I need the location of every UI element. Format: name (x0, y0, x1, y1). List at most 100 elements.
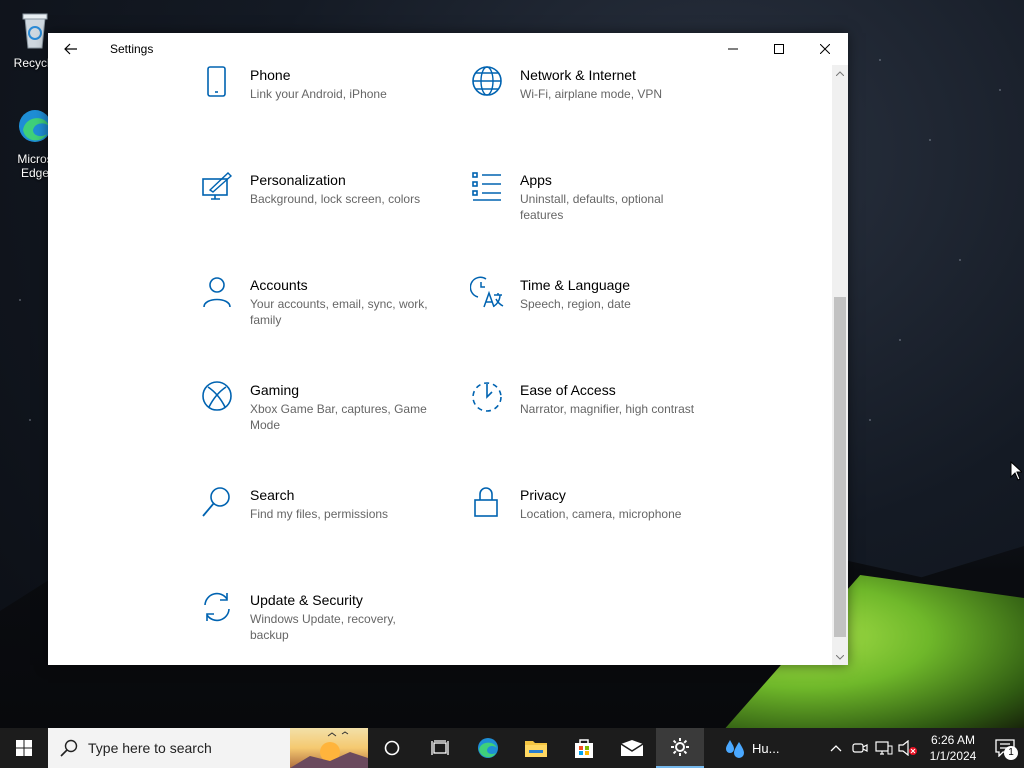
minimize-icon (728, 48, 738, 50)
title-bar[interactable]: Settings (48, 33, 848, 65)
tile-search[interactable]: Search Find my files, permissions (200, 485, 450, 565)
cortana-circle-icon (384, 740, 400, 756)
tile-name: Update & Security (250, 592, 363, 608)
settings-window: Settings Phone Link your Android, iPhone (48, 33, 848, 665)
chevron-up-icon (830, 745, 842, 752)
tile-personalization[interactable]: Personalization Background, lock screen,… (200, 170, 450, 250)
maximize-icon (774, 44, 784, 54)
clock-time: 6:26 AM (930, 733, 976, 747)
chevron-down-icon (836, 654, 844, 660)
search-highlight-image (290, 728, 368, 768)
tile-time-language[interactable]: Time & Language Speech, region, date (469, 275, 720, 355)
apps-list-icon (470, 170, 520, 250)
store-button[interactable] (560, 728, 608, 768)
gear-icon (671, 738, 689, 756)
file-explorer-button[interactable] (512, 728, 560, 768)
taskbar-clock[interactable]: 6:26 AM 1/1/2024 (920, 732, 986, 764)
settings-content: Phone Link your Android, iPhone Network … (48, 65, 832, 665)
tile-name: Ease of Access (520, 382, 616, 398)
show-hidden-icons-button[interactable] (824, 728, 848, 768)
tile-desc: Link your Android, iPhone (250, 87, 387, 101)
weather-widget[interactable]: Hu... (704, 736, 784, 760)
store-bag-icon (575, 739, 593, 758)
taskbar-search-box[interactable]: Type here to search (48, 728, 368, 768)
scroll-up-button[interactable] (832, 65, 848, 81)
globe-icon (470, 65, 520, 145)
task-view-button[interactable] (416, 728, 464, 768)
tile-name: Search (250, 487, 295, 503)
back-arrow-icon (64, 43, 77, 55)
lock-icon (470, 485, 520, 565)
mouse-cursor-icon (1010, 461, 1022, 481)
search-icon (60, 739, 78, 757)
tile-desc: Windows Update, recovery, backup (250, 612, 396, 642)
edge-icon (478, 738, 498, 758)
tile-name: Phone (250, 67, 291, 83)
magnifier-icon (200, 485, 250, 565)
phone-icon (200, 65, 250, 145)
system-tray: 6:26 AM 1/1/2024 1 (824, 728, 1024, 768)
cortana-button[interactable] (368, 728, 416, 768)
sync-icon (200, 590, 250, 665)
close-button[interactable] (802, 33, 848, 65)
windows-logo-icon (16, 740, 32, 756)
window-title: Settings (110, 42, 154, 56)
tile-name: Accounts (250, 277, 308, 293)
mail-icon (620, 740, 644, 756)
tile-network-internet[interactable]: Network & Internet Wi-Fi, airplane mode,… (470, 65, 720, 145)
scroll-down-button[interactable] (832, 649, 848, 665)
mail-button[interactable] (608, 728, 656, 768)
tile-name: Time & Language (520, 277, 630, 293)
xbox-icon (200, 380, 250, 460)
volume-muted-icon (898, 740, 917, 756)
search-placeholder: Type here to search (88, 740, 212, 756)
tile-desc: Wi-Fi, airplane mode, VPN (520, 87, 663, 101)
close-icon (820, 44, 830, 54)
tile-name: Network & Internet (520, 67, 636, 83)
personalization-icon (200, 170, 250, 250)
start-button[interactable] (0, 728, 48, 768)
tile-desc: Background, lock screen, colors (250, 192, 421, 206)
tile-desc: Your accounts, email, sync, work, family (250, 297, 428, 327)
notification-count-badge: 1 (1004, 746, 1018, 760)
tile-phone[interactable]: Phone Link your Android, iPhone (200, 65, 450, 145)
network-monitor-icon (875, 741, 893, 755)
tile-accounts[interactable]: Accounts Your accounts, email, sync, wor… (200, 275, 450, 355)
water-drop-icon (726, 740, 744, 758)
folder-icon (525, 741, 547, 757)
person-icon (200, 275, 250, 355)
tile-desc: Speech, region, date (520, 297, 631, 311)
tile-name: Privacy (520, 487, 566, 503)
tile-privacy[interactable]: Privacy Location, camera, microphone (470, 485, 720, 565)
tile-desc: Uninstall, defaults, optional features (520, 192, 664, 222)
minimize-button[interactable] (710, 33, 756, 65)
vertical-scrollbar[interactable] (832, 65, 848, 665)
ease-of-access-icon (470, 380, 520, 460)
time-language-icon (469, 275, 520, 355)
network-button[interactable] (872, 728, 896, 768)
clock-date: 1/1/2024 (929, 749, 977, 763)
tile-gaming[interactable]: Gaming Xbox Game Bar, captures, Game Mod… (200, 380, 450, 460)
chevron-up-icon (836, 70, 844, 76)
scrollbar-thumb[interactable] (834, 297, 846, 637)
taskbar-settings-button[interactable] (656, 728, 704, 768)
task-view-icon (431, 740, 449, 755)
tile-ease-of-access[interactable]: Ease of Access Narrator, magnifier, high… (470, 380, 720, 460)
tile-desc: Narrator, magnifier, high contrast (520, 402, 695, 416)
tile-apps[interactable]: Apps Uninstall, defaults, optional featu… (470, 170, 720, 250)
maximize-button[interactable] (756, 33, 802, 65)
weather-label: Hu... (752, 740, 780, 756)
volume-button[interactable] (896, 728, 920, 768)
tile-update-security[interactable]: Update & Security Windows Update, recove… (200, 590, 450, 665)
tile-desc: Location, camera, microphone (520, 507, 682, 521)
back-button[interactable] (48, 33, 94, 65)
taskbar: Type here to search Hu... 6:26 AM 1/1/20… (0, 728, 1024, 768)
tile-name: Gaming (250, 382, 300, 398)
tile-name: Personalization (250, 172, 346, 188)
taskbar-edge-button[interactable] (464, 728, 512, 768)
action-center-button[interactable]: 1 (986, 728, 1024, 768)
meet-now-button[interactable] (848, 728, 872, 768)
tile-desc: Find my files, permissions (250, 507, 389, 521)
tile-name: Apps (520, 172, 552, 188)
camera-icon (852, 743, 868, 753)
